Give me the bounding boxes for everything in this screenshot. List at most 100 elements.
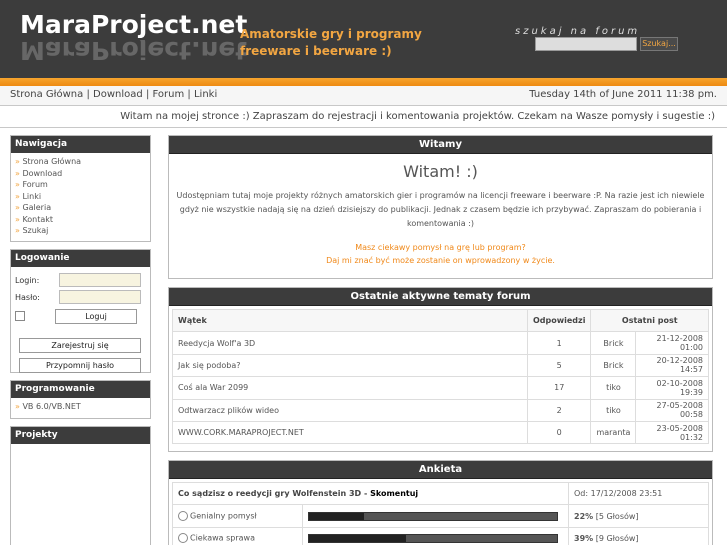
- last-post-user[interactable]: tiko: [590, 376, 637, 400]
- last-post-user[interactable]: maranta: [590, 420, 637, 445]
- poll-progress-bar: [308, 533, 558, 543]
- poll-percent: 22%: [574, 511, 594, 521]
- nav-box: Nawigacja » Strona Główna » Download » F…: [10, 135, 151, 242]
- welcome-text: Udostępniam tutaj moje projekty różnych …: [176, 191, 705, 228]
- sidebar-item-vb[interactable]: » VB 6.0/VB.NET: [15, 401, 146, 413]
- table-row[interactable]: Reedycja Wolf'a 3D 1 Brick 21-12-2008 01…: [172, 331, 709, 355]
- login-button[interactable]: Loguj: [55, 308, 137, 324]
- sidebar-item-szukaj[interactable]: » Szukaj: [15, 225, 146, 237]
- column-header-replies: Odpowiedzi: [526, 308, 592, 333]
- search-button[interactable]: Szukaj...: [640, 37, 678, 51]
- forum-table: Wątek Odpowiedzi Ostatni post Reedycja W…: [172, 308, 709, 445]
- search-input[interactable]: [535, 37, 637, 51]
- topic-link[interactable]: Odtwarzacz plików wideo: [172, 398, 528, 422]
- poll-progress-fill: [309, 512, 364, 520]
- forum-header-row: Wątek Odpowiedzi Ostatni post: [172, 308, 709, 333]
- poll-box-title: Ankieta: [169, 461, 712, 479]
- last-post-user[interactable]: Brick: [590, 353, 637, 378]
- replies-count: 0: [526, 420, 592, 445]
- welcome-line: Witam na mojej stronce :) Zapraszam do r…: [120, 111, 715, 122]
- nav-separator: |: [145, 89, 150, 100]
- sidebar-item-galeria[interactable]: » Galeria: [15, 202, 146, 214]
- poll-header-row: Co sądzisz o reedycji gry Wolfenstein 3D…: [172, 481, 709, 506]
- projects-box: Projekty: [10, 426, 151, 545]
- poll-table: Co sądzisz o reedycji gry Wolfenstein 3D…: [172, 481, 709, 545]
- topic-link[interactable]: Coś ala War 2099: [172, 376, 528, 400]
- forum-box: Ostatnie aktywne tematy forum Wątek Odpo…: [168, 287, 713, 452]
- site-header: MaraProject.net MaraProject.net Amatorsk…: [0, 0, 727, 78]
- poll-since: Od: 17/12/2008 23:51: [568, 481, 709, 506]
- password-input[interactable]: [59, 290, 141, 304]
- last-post-user[interactable]: tiko: [590, 398, 637, 422]
- current-datetime: Tuesday 14th of June 2011 11:38 pm.: [529, 89, 717, 100]
- sidebar-item-kontakt[interactable]: » Kontakt: [15, 214, 146, 226]
- login-label: Login:: [15, 275, 40, 285]
- poll-progress-fill: [309, 534, 406, 542]
- poll-radio[interactable]: [178, 511, 188, 522]
- welcome-box-title: Witamy: [169, 136, 712, 154]
- nav-link-forum[interactable]: Forum: [153, 89, 185, 100]
- poll-option-row[interactable]: Ciekawa sprawa 39% [9 Głosów]: [172, 526, 709, 545]
- table-row[interactable]: WWW.CORK.MARAPROJECT.NET 0 maranta 23-05…: [172, 420, 709, 445]
- last-post-date: 27-05-2008 00:58: [635, 398, 709, 422]
- remember-checkbox[interactable]: [15, 311, 25, 321]
- replies-count: 1: [526, 331, 592, 355]
- nav-separator: |: [86, 89, 90, 100]
- login-box: Logowanie Login: Hasło: Loguj Zarejestru…: [10, 249, 151, 373]
- table-row[interactable]: Jak się podoba? 5 Brick 20-12-2008 14:57: [172, 353, 709, 378]
- column-header-last-post: Ostatni post: [590, 308, 709, 333]
- sidebar-item-forum[interactable]: » Forum: [15, 179, 146, 191]
- nav-separator: |: [187, 89, 191, 100]
- poll-radio[interactable]: [178, 533, 188, 544]
- welcome-idea-question: Masz ciekawy pomysł na grę lub program?: [355, 243, 526, 252]
- last-post-date: 21-12-2008 01:00: [635, 331, 709, 355]
- topic-link[interactable]: Jak się podoba?: [172, 353, 528, 378]
- poll-progress-bar: [308, 511, 558, 521]
- search-title: szukaj na forum: [515, 26, 641, 37]
- forum-box-title: Ostatnie aktywne tematy forum: [169, 288, 712, 306]
- programming-box: Programowanie » VB 6.0/VB.NET: [10, 380, 151, 419]
- site-logo[interactable]: MaraProject.net: [20, 10, 247, 39]
- welcome-box: Witamy Witam! :) Udostępniam tutaj moje …: [168, 135, 713, 279]
- replies-count: 5: [526, 353, 592, 378]
- last-post-date: 23-05-2008 01:32: [635, 420, 709, 445]
- programming-box-title: Programowanie: [11, 381, 150, 398]
- replies-count: 2: [526, 398, 592, 422]
- sidebar: Nawigacja » Strona Główna » Download » F…: [10, 135, 151, 545]
- poll-comment-link[interactable]: Skomentuj: [370, 489, 418, 498]
- poll-votes: [9 Głosów]: [595, 533, 639, 543]
- sidebar-item-linki[interactable]: » Linki: [15, 191, 146, 203]
- table-row[interactable]: Odtwarzacz plików wideo 2 tiko 27-05-200…: [172, 398, 709, 422]
- nav-link-linki[interactable]: Linki: [194, 89, 217, 100]
- nav-link-download[interactable]: Download: [93, 89, 143, 100]
- site-tagline: Amatorskie gry i programy freeware i bee…: [240, 27, 422, 58]
- topic-link[interactable]: WWW.CORK.MARAPROJECT.NET: [172, 420, 528, 445]
- nav-links: Strona Główna | Download | Forum | Linki: [10, 89, 217, 100]
- projects-box-title: Projekty: [11, 427, 150, 444]
- welcome-heading: Witam! :): [403, 162, 478, 181]
- remind-password-button[interactable]: Przypomnij hasło: [19, 358, 141, 373]
- poll-box: Ankieta Co sądzisz o reedycji gry Wolfen…: [168, 460, 713, 545]
- last-post-date: 02-10-2008 19:39: [635, 376, 709, 400]
- column-header-topic: Wątek: [172, 308, 528, 333]
- login-input[interactable]: [59, 273, 141, 287]
- logo-reflection: MaraProject.net: [20, 40, 248, 60]
- sidebar-item-home[interactable]: » Strona Główna: [15, 156, 146, 168]
- nav-box-title: Nawigacja: [11, 136, 150, 153]
- login-box-title: Logowanie: [11, 250, 150, 267]
- password-label: Hasło:: [15, 292, 40, 302]
- welcome-row: Witam na mojej stronce :) Zapraszam do r…: [0, 106, 727, 128]
- register-button[interactable]: Zarejestruj się: [19, 338, 141, 353]
- poll-option-row[interactable]: Genialny pomysł 22% [5 Głosów]: [172, 504, 709, 528]
- poll-question: Co sądzisz o reedycji gry Wolfenstein 3D…: [178, 489, 368, 499]
- nav-link-home[interactable]: Strona Główna: [10, 89, 83, 100]
- orange-divider: [0, 78, 727, 86]
- topic-link[interactable]: Reedycja Wolf'a 3D: [172, 331, 528, 355]
- top-nav: Strona Główna | Download | Forum | Linki…: [0, 86, 727, 106]
- replies-count: 17: [526, 376, 592, 400]
- table-row[interactable]: Coś ala War 2099 17 tiko 02-10-2008 19:3…: [172, 376, 709, 400]
- sidebar-item-download[interactable]: » Download: [15, 168, 146, 180]
- welcome-idea-text: Daj mi znać być może zostanie on wprowad…: [326, 256, 555, 265]
- poll-option-label: Ciekawa sprawa: [190, 533, 255, 543]
- last-post-user[interactable]: Brick: [590, 331, 637, 355]
